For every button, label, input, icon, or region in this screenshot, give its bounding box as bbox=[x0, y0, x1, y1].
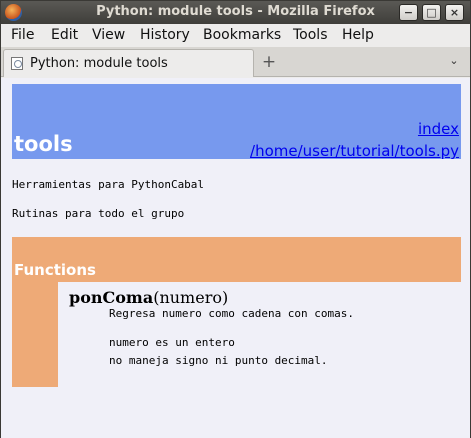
close-button[interactable]: × bbox=[445, 4, 464, 21]
module-title: tools bbox=[14, 132, 73, 156]
source-path-link[interactable]: /home/user/tutorial/tools.py bbox=[250, 142, 459, 160]
menu-edit[interactable]: Edit bbox=[51, 27, 78, 43]
menu-help[interactable]: Help bbox=[342, 27, 374, 43]
page-icon bbox=[11, 57, 23, 70]
menu-tools[interactable]: Tools bbox=[293, 27, 328, 43]
function-doc-line: Regresa numero como cadena con comas. bbox=[109, 307, 355, 320]
function-doc-line: no maneja signo ni punto decimal. bbox=[109, 354, 328, 367]
minimize-button[interactable]: − bbox=[399, 4, 418, 21]
functions-section-heading: Functions bbox=[12, 237, 461, 282]
menu-history[interactable]: History bbox=[140, 27, 190, 43]
module-description-line: Herramientas para PythonCabal bbox=[12, 178, 205, 191]
title-bar[interactable]: Python: module tools - Mozilla Firefox −… bbox=[1, 1, 470, 24]
function-name: ponComa bbox=[69, 288, 154, 307]
menu-bar: File Edit View History Bookmarks Tools H… bbox=[1, 24, 470, 47]
menu-view[interactable]: View bbox=[92, 27, 125, 43]
browser-window: Python: module tools - Mozilla Firefox −… bbox=[0, 0, 471, 438]
module-heading: tools index /home/user/tutorial/tools.py bbox=[12, 84, 461, 160]
new-tab-button[interactable]: + bbox=[259, 52, 279, 72]
maximize-button[interactable]: □ bbox=[422, 4, 441, 21]
section-title: Functions bbox=[14, 261, 96, 279]
function-signature: ponComa(numero) bbox=[69, 288, 228, 307]
function-doc-line: numero es un entero bbox=[109, 336, 235, 349]
function-args: (numero) bbox=[153, 288, 229, 307]
tab-label: Python: module tools bbox=[30, 56, 168, 71]
tab-module-tools[interactable]: Python: module tools bbox=[3, 49, 254, 77]
section-margin bbox=[12, 282, 58, 387]
module-description-line: Rutinas para todo el grupo bbox=[12, 207, 185, 220]
index-link[interactable]: index bbox=[418, 120, 459, 138]
tab-bar: Python: module tools + ⌄ bbox=[1, 47, 470, 77]
chevron-down-icon[interactable]: ⌄ bbox=[446, 53, 462, 69]
menu-bookmarks[interactable]: Bookmarks bbox=[203, 27, 281, 43]
page-content[interactable]: tools index /home/user/tutorial/tools.py… bbox=[1, 78, 470, 438]
menu-file[interactable]: File bbox=[11, 27, 34, 43]
